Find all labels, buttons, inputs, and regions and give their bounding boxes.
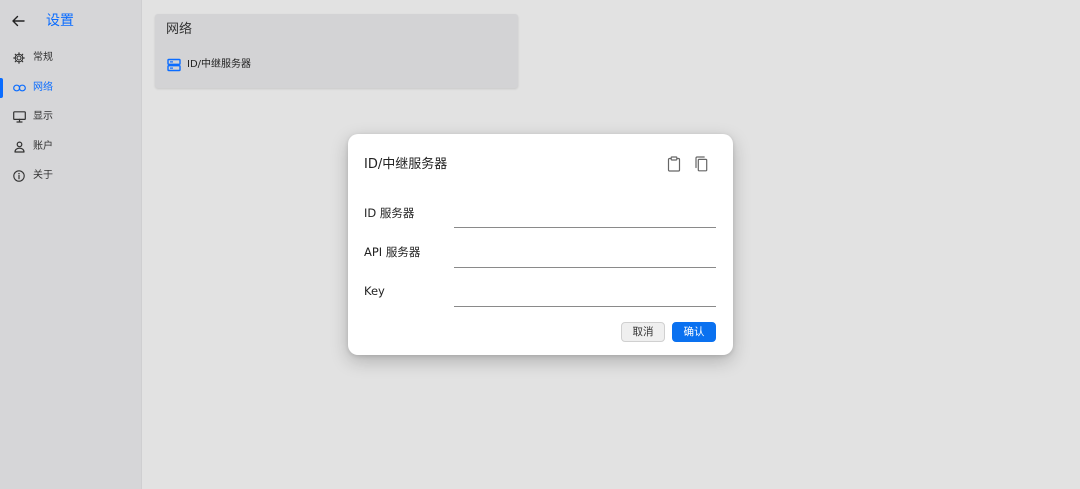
paste-button[interactable] [665, 154, 683, 174]
info-icon [12, 169, 26, 183]
key-input[interactable] [454, 285, 716, 307]
sidebar: 设置 常规 网络 显示 账户 关于 [0, 0, 142, 489]
sidebar-item-label: 显示 [33, 111, 53, 122]
gear-icon [12, 51, 26, 65]
person-icon [12, 140, 26, 154]
monitor-icon [12, 110, 26, 124]
sidebar-header: 设置 [0, 0, 142, 44]
network-title: 网络 [166, 22, 193, 37]
arrow-left-icon [12, 15, 25, 27]
confirm-button[interactable]: 确认 [672, 322, 716, 342]
network-card: 网络 ID/中继服务器 [155, 14, 518, 88]
dialog-title: ID/中继服务器 [364, 157, 448, 172]
sidebar-title: 设置 [46, 13, 74, 29]
sidebar-item-general[interactable]: 常规 [0, 46, 142, 70]
sidebar-item-display[interactable]: 显示 [0, 105, 142, 129]
key-label: Key [364, 284, 385, 298]
cancel-button[interactable]: 取消 [621, 322, 665, 342]
id-relay-server-label: ID/中继服务器 [187, 59, 252, 70]
api-server-label: API 服务器 [364, 245, 421, 259]
id-server-label: ID 服务器 [364, 206, 415, 220]
sidebar-item-account[interactable]: 账户 [0, 135, 142, 159]
sidebar-item-label: 网络 [33, 82, 53, 93]
sidebar-item-about[interactable]: 关于 [0, 164, 142, 188]
id-relay-server-dialog: ID/中继服务器 ID 服务器 API 服务器 Key 取消 确认 [348, 134, 733, 355]
link-icon [12, 81, 26, 95]
back-button[interactable] [9, 12, 27, 30]
sidebar-item-label: 常规 [33, 52, 53, 63]
sidebar-item-label: 账户 [33, 141, 53, 152]
sidebar-item-network[interactable]: 网络 [0, 76, 142, 100]
id-relay-server-row[interactable]: ID/中继服务器 [167, 57, 251, 73]
copy-button[interactable] [692, 154, 710, 174]
server-icon [167, 58, 181, 72]
sidebar-item-label: 关于 [33, 170, 53, 181]
copy-icon [695, 156, 708, 172]
clipboard-icon [667, 156, 681, 172]
api-server-input[interactable] [454, 246, 716, 268]
id-server-input[interactable] [454, 206, 716, 228]
